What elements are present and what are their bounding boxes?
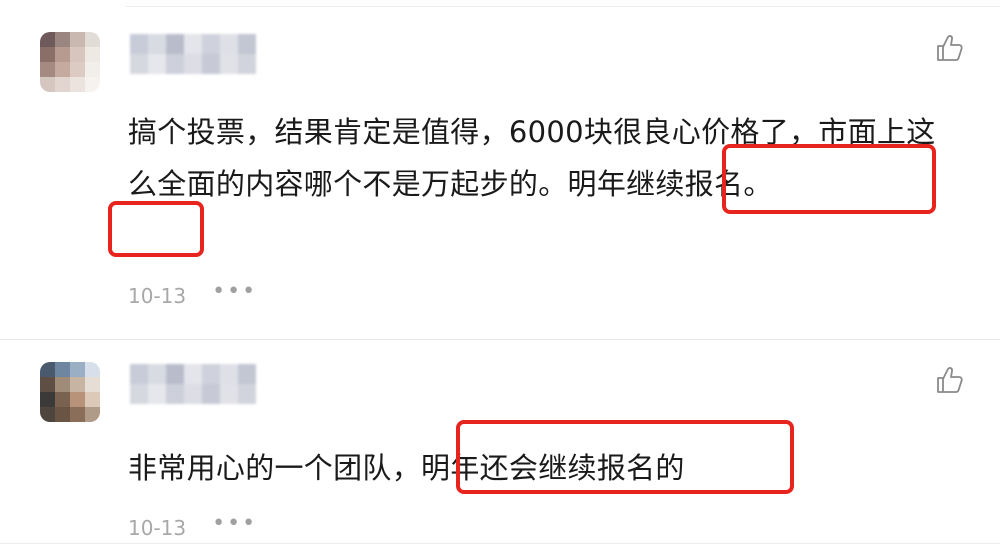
avatar-pixel (55, 32, 70, 47)
username-pixel (238, 364, 256, 384)
username-pixel (220, 364, 238, 384)
avatar-pixel (85, 377, 100, 392)
avatar-pixel (70, 407, 85, 422)
avatar-pixel (70, 362, 85, 377)
bottom-divider (0, 543, 1000, 544)
avatar-pixel (85, 77, 100, 92)
username-pixel (220, 54, 238, 74)
username-pixel (184, 364, 202, 384)
avatar-pixel (85, 407, 100, 422)
more-options-icon[interactable]: ••• (212, 281, 257, 303)
avatar-pixel (40, 62, 55, 77)
avatar-pixel (40, 407, 55, 422)
username-pixel (202, 54, 220, 74)
username-pixel (166, 54, 184, 74)
avatar-pixel (40, 77, 55, 92)
comment-item: 搞个投票，结果肯定是值得，6000块很良心价格了，市面上这么全面的内容哪个不是万… (0, 0, 1000, 340)
username-pixel (148, 364, 166, 384)
comment-text: 非常用心的一个团队，明年还会继续报名的 (128, 442, 958, 494)
avatar-pixel (40, 32, 55, 47)
username-pixel (166, 384, 184, 404)
comment-text-highlighted: 明年继续报名。 (567, 167, 773, 201)
comment-date: 10-13 (128, 284, 187, 308)
username-pixel (202, 364, 220, 384)
username-pixel (184, 34, 202, 54)
thumbs-up-icon[interactable] (934, 32, 966, 64)
thumbs-up-icon[interactable] (934, 364, 966, 396)
comment-text-main: 搞个投票，结果肯定是值得，6000块很良心价格了，市面上这么全面的内容哪个不是万… (128, 115, 936, 201)
comment-meta: 10-13 ••• (128, 281, 257, 309)
avatar-pixel (85, 47, 100, 62)
username-pixel (130, 34, 148, 54)
avatar-pixel (55, 62, 70, 77)
username-pixel (238, 34, 256, 54)
avatar-pixel (40, 47, 55, 62)
avatar-pixel (40, 362, 55, 377)
username-pixel (166, 364, 184, 384)
avatar-pixel (85, 62, 100, 77)
comment-date: 10-13 (128, 516, 187, 540)
avatar-pixel (70, 377, 85, 392)
comment-text: 搞个投票，结果肯定是值得，6000块很良心价格了，市面上这么全面的内容哪个不是万… (128, 106, 958, 210)
username-pixel (130, 364, 148, 384)
avatar-pixel (70, 77, 85, 92)
comment-meta: 10-13 ••• (128, 513, 257, 541)
avatar-pixel (40, 392, 55, 407)
username-pixel (202, 34, 220, 54)
username-pixel (238, 54, 256, 74)
username-pixel (130, 54, 148, 74)
username-pixel (202, 384, 220, 404)
avatar-pixel (70, 392, 85, 407)
avatar-pixel (85, 32, 100, 47)
avatar-pixel (55, 77, 70, 92)
avatar-pixel (70, 32, 85, 47)
username-pixel (148, 34, 166, 54)
comment-text-highlighted: 明年还会继续报名的 (421, 451, 685, 485)
avatar-pixel (55, 47, 70, 62)
username-blurred[interactable] (130, 34, 256, 74)
avatar-pixel (55, 377, 70, 392)
avatar[interactable] (40, 362, 100, 422)
avatar-pixel (70, 47, 85, 62)
avatar-pixel (55, 407, 70, 422)
avatar-pixel (40, 377, 55, 392)
avatar-pixel (55, 392, 70, 407)
avatar-pixel (55, 362, 70, 377)
username-pixel (220, 34, 238, 54)
username-pixel (130, 384, 148, 404)
comment-item: 非常用心的一个团队，明年还会继续报名的 10-13 ••• (0, 340, 1000, 549)
username-pixel (238, 384, 256, 404)
username-pixel (148, 384, 166, 404)
username-pixel (184, 384, 202, 404)
username-pixel (184, 54, 202, 74)
username-blurred[interactable] (130, 364, 256, 404)
avatar-pixel (85, 362, 100, 377)
avatar[interactable] (40, 32, 100, 92)
avatar-pixel (70, 62, 85, 77)
comment-text-main: 非常用心的一个团队， (128, 451, 422, 485)
avatar-pixel (85, 392, 100, 407)
username-pixel (166, 34, 184, 54)
username-pixel (148, 54, 166, 74)
username-pixel (220, 384, 238, 404)
more-options-icon[interactable]: ••• (212, 513, 257, 535)
